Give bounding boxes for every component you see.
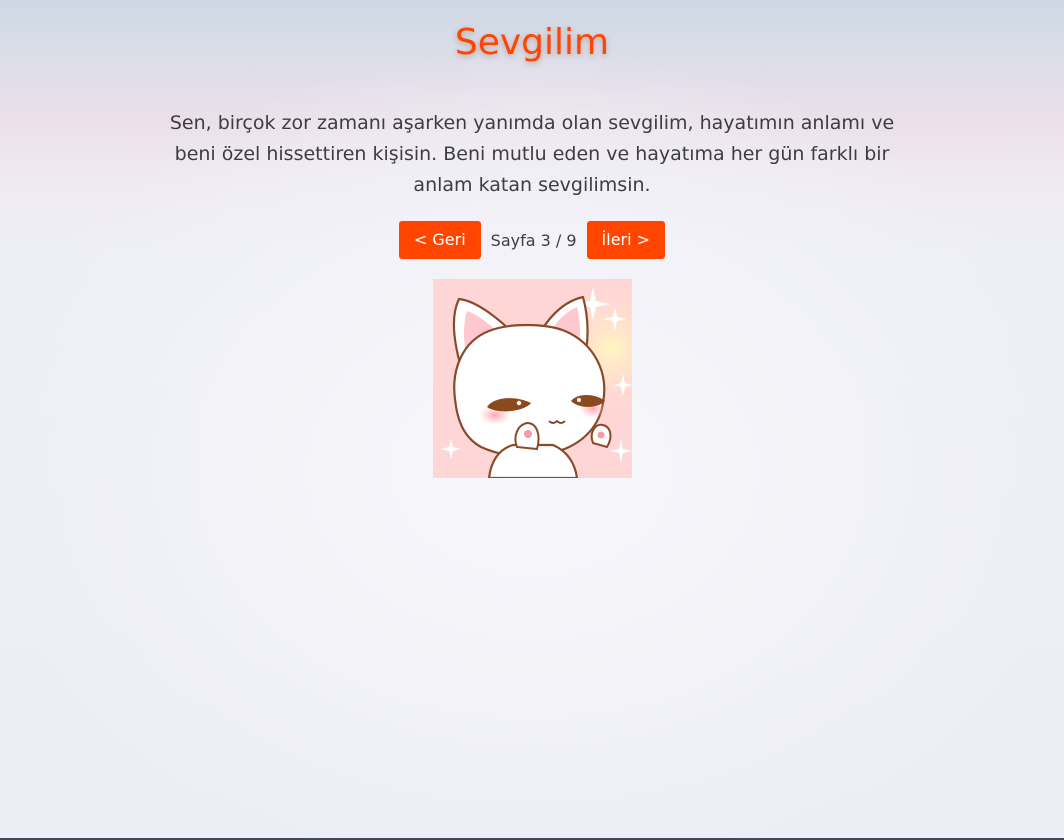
prev-button[interactable]: < Geri bbox=[398, 221, 481, 259]
page-indicator: Sayfa 3 / 9 bbox=[490, 230, 577, 250]
page: Sevgilim Sen, birçok zor zamanı aşarken … bbox=[0, 0, 1064, 838]
love-message: Sen, birçok zor zamanı aşarken yanımda o… bbox=[169, 112, 895, 196]
pagination: < Geri Sayfa 3 / 9 İleri > bbox=[0, 221, 1064, 259]
page-title: Sevgilim bbox=[454, 22, 610, 63]
next-button[interactable]: İleri > bbox=[586, 221, 666, 259]
cat-sticker-image bbox=[433, 279, 632, 478]
